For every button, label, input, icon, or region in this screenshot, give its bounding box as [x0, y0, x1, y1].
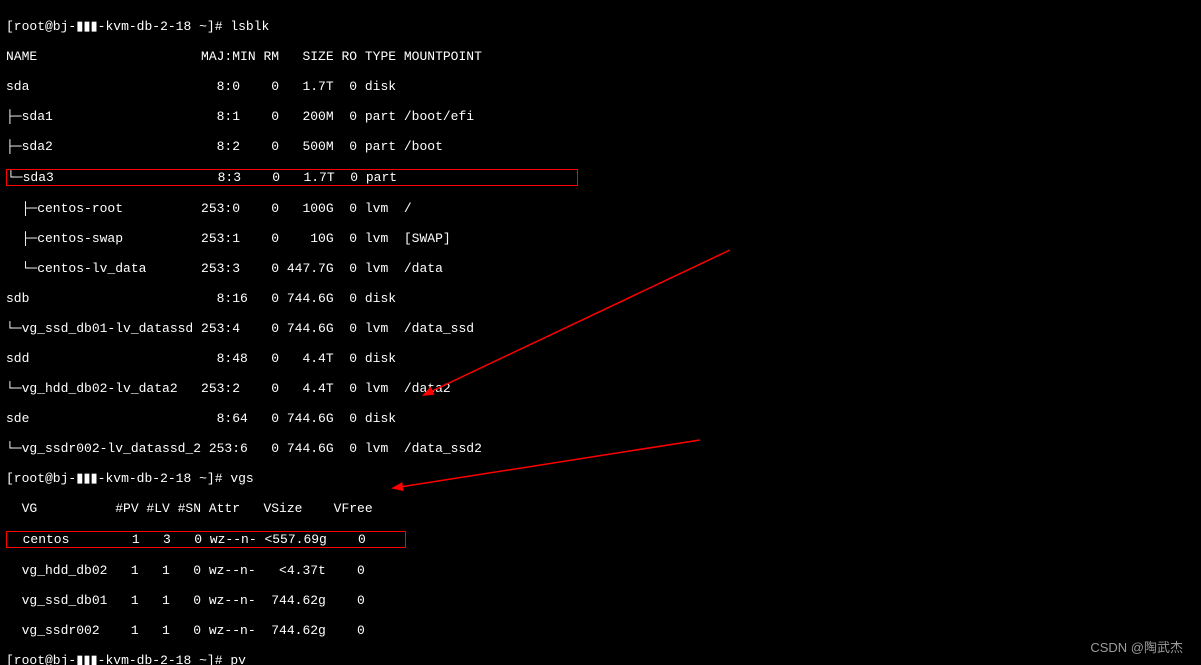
- lsblk-row: └─vg_ssd_db01-lv_datassd 253:4 0 744.6G …: [6, 321, 1195, 336]
- vgs1-row: vg_ssd_db01 1 1 0 wz--n- 744.62g 0: [6, 593, 1195, 608]
- lsblk-row: ├─centos-swap 253:1 0 10G 0 lvm [SWAP]: [6, 231, 1195, 246]
- lsblk-header: NAME MAJ:MIN RM SIZE RO TYPE MOUNTPOINT: [6, 49, 1195, 64]
- lsblk-row: sdd 8:48 0 4.4T 0 disk: [6, 351, 1195, 366]
- lsblk-row-sda3: └─sda3 8:3 0 1.7T 0 part: [6, 169, 1195, 186]
- vgs1-header: VG #PV #LV #SN Attr VSize VFree: [6, 501, 1195, 516]
- lsblk-row: sda 8:0 0 1.7T 0 disk: [6, 79, 1195, 94]
- vgs1-row: vg_hdd_db02 1 1 0 wz--n- <4.37t 0: [6, 563, 1195, 578]
- highlight-sda3: └─sda3 8:3 0 1.7T 0 part: [6, 169, 578, 186]
- vgs1-row: vg_ssdr002 1 1 0 wz--n- 744.62g 0: [6, 623, 1195, 638]
- cmd-pv-partial: pv: [230, 653, 246, 665]
- prompt-lsblk: [root@bj-▮▮▮-kvm-db-2-18 ~]# lsblk: [6, 19, 1195, 34]
- lsblk-row: ├─centos-root 253:0 0 100G 0 lvm /: [6, 201, 1195, 216]
- highlight-centos-vg: centos 1 3 0 wz--n- <557.69g 0: [6, 531, 406, 548]
- prompt-pv: [root@bj-▮▮▮-kvm-db-2-18 ~]# pv: [6, 653, 1195, 665]
- lsblk-row: └─vg_ssdr002-lv_datassd_2 253:6 0 744.6G…: [6, 441, 1195, 456]
- lsblk-row: └─centos-lv_data 253:3 0 447.7G 0 lvm /d…: [6, 261, 1195, 276]
- lsblk-row: sde 8:64 0 744.6G 0 disk: [6, 411, 1195, 426]
- lsblk-row: sdb 8:16 0 744.6G 0 disk: [6, 291, 1195, 306]
- terminal[interactable]: [root@bj-▮▮▮-kvm-db-2-18 ~]# lsblk NAME …: [0, 0, 1201, 665]
- prompt-vgs1: [root@bj-▮▮▮-kvm-db-2-18 ~]# vgs: [6, 471, 1195, 486]
- cmd-vgs1: vgs: [230, 471, 253, 486]
- lsblk-row: ├─sda2 8:2 0 500M 0 part /boot: [6, 139, 1195, 154]
- vgs1-row-centos: centos 1 3 0 wz--n- <557.69g 0: [6, 531, 1195, 548]
- watermark: CSDN @陶武杰: [1090, 640, 1183, 655]
- cmd-lsblk: lsblk: [230, 19, 269, 34]
- lsblk-row: └─vg_hdd_db02-lv_data2 253:2 0 4.4T 0 lv…: [6, 381, 1195, 396]
- lsblk-row: ├─sda1 8:1 0 200M 0 part /boot/efi: [6, 109, 1195, 124]
